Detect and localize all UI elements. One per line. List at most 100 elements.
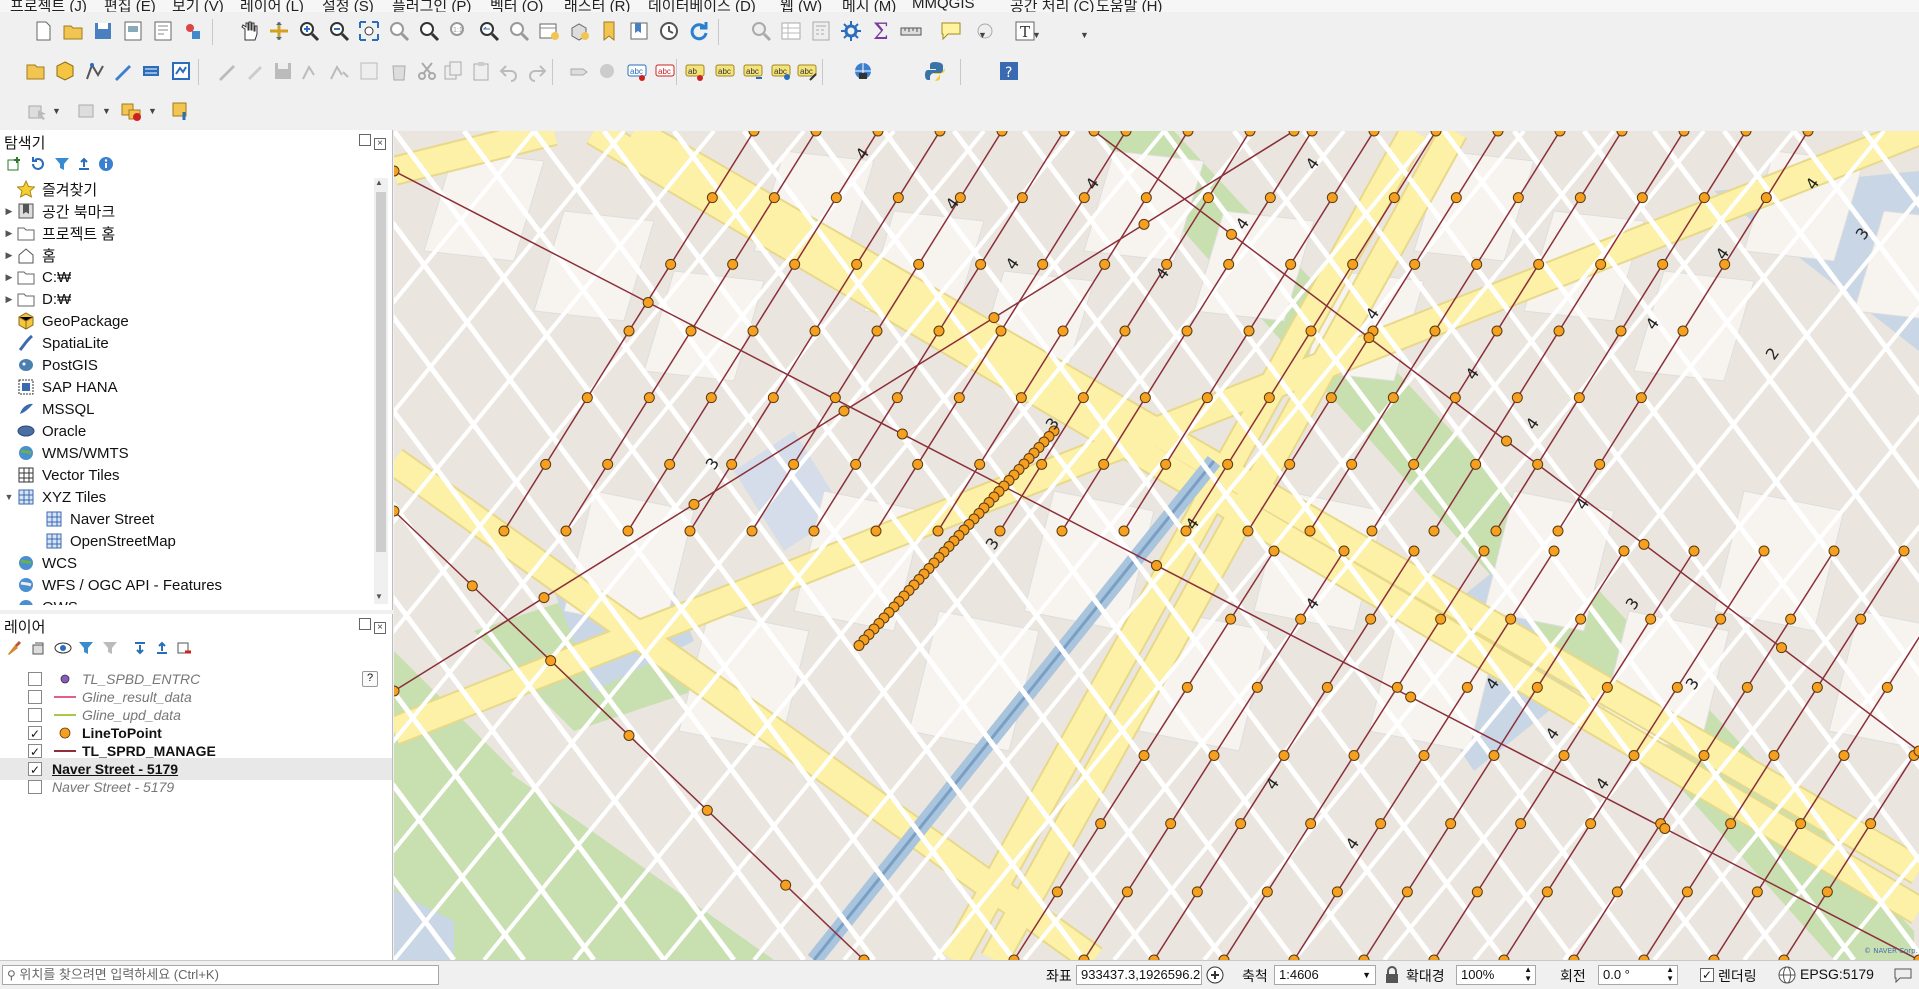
scrollbar-thumb[interactable] [376, 192, 386, 552]
menu-item[interactable]: 도움말 (H) [1096, 0, 1162, 12]
paste-features-icon[interactable] [468, 58, 494, 84]
expand-all-icon[interactable] [132, 640, 148, 659]
menu-item[interactable]: 설정 (S) [322, 0, 374, 12]
browser-item[interactable]: ▼ XYZ Tiles [2, 486, 107, 508]
toggle-editing-icon[interactable] [214, 58, 240, 84]
zoom-native-icon[interactable]: 1:1 [446, 18, 472, 44]
refresh-icon[interactable] [686, 18, 712, 44]
style-manager-icon[interactable] [6, 640, 22, 659]
visibility-icon[interactable] [54, 640, 72, 659]
modify-attributes-icon[interactable] [356, 58, 382, 84]
collapse-all-icon[interactable] [76, 156, 92, 175]
menu-item[interactable]: 메시 (M) [842, 0, 896, 12]
new-print-layout-icon[interactable] [120, 18, 146, 44]
browser-item[interactable]: Naver Street [30, 508, 154, 530]
refresh-icon[interactable] [30, 156, 46, 175]
info-icon[interactable] [98, 156, 114, 175]
zoom-to-layer-icon[interactable] [416, 18, 442, 44]
collapse-all-icon[interactable] [154, 640, 170, 659]
layers-panel-controls[interactable]: × [359, 618, 386, 634]
browser-item[interactable]: WCS [2, 552, 77, 574]
new-temp-scratch-icon[interactable] [168, 58, 194, 84]
layer-visibility-checkbox[interactable] [28, 780, 42, 794]
deselect-icon[interactable] [74, 98, 100, 124]
add-selected-icon[interactable] [6, 156, 22, 175]
identify-features-icon[interactable] [168, 98, 194, 124]
select-by-expression-icon[interactable] [118, 98, 144, 124]
georeferencer-icon[interactable] [850, 58, 876, 84]
browser-item[interactable]: ▶ 공간 북마크 [2, 200, 115, 222]
zoom-full-icon[interactable] [356, 18, 382, 44]
browser-item[interactable]: ▶ D:₩ [2, 288, 72, 310]
measure-icon[interactable] [898, 18, 924, 44]
label-move-icon[interactable]: ab [682, 58, 708, 84]
browser-item[interactable]: PostGIS [2, 354, 98, 376]
chevron-down-icon[interactable]: ▼ [2, 492, 16, 502]
label-toolbar-abc-red-icon[interactable]: abc [652, 58, 678, 84]
menu-item[interactable]: 벡터 (O) [490, 0, 543, 12]
menu-item[interactable]: MMQGIS [912, 0, 975, 12]
browser-item[interactable]: SpatiaLite [2, 332, 109, 354]
menu-item[interactable]: 보기 (V) [172, 0, 224, 12]
select-feature-icon[interactable] [24, 98, 50, 124]
crs-globe-icon[interactable] [1778, 966, 1796, 987]
browser-item[interactable]: 즐겨찾기 [2, 178, 97, 200]
map-render[interactable]: 4444444444444444333333244444© NAVER Corp… [394, 131, 1919, 960]
browser-item[interactable]: WFS / OGC API - Features [2, 574, 222, 596]
filter-icon[interactable] [54, 156, 70, 175]
style-manager-icon[interactable] [180, 18, 206, 44]
spin-arrows-icon[interactable]: ▲ ▼ [1666, 966, 1674, 983]
label-highlight-icon[interactable] [594, 58, 620, 84]
digitize-icon[interactable] [110, 58, 136, 84]
coordinate-field[interactable]: 933437.3,1926596.2 [1076, 965, 1202, 985]
new-3d-map-icon[interactable] [566, 18, 592, 44]
current-edits-icon[interactable] [22, 58, 48, 84]
menu-item[interactable]: 프로젝트 (J) [10, 0, 87, 12]
temporal-controller-icon[interactable] [656, 18, 682, 44]
lock-icon[interactable] [1384, 966, 1400, 987]
label-pin-icon[interactable] [566, 58, 592, 84]
help-icon[interactable]: ? [362, 671, 378, 687]
processing-toolbox-icon[interactable] [838, 18, 864, 44]
browser-panel-controls[interactable]: × [359, 134, 386, 150]
menu-item[interactable]: 데이터베이스 (D) [648, 0, 756, 12]
zoom-next-icon[interactable] [506, 18, 532, 44]
show-bookmarks-icon[interactable] [626, 18, 652, 44]
chevron-down-icon[interactable]: ▼ [102, 106, 111, 116]
open-project-icon[interactable] [60, 18, 86, 44]
browser-item[interactable]: WMS/WMTS [2, 442, 129, 464]
float-icon[interactable] [359, 618, 371, 630]
chevron-down-icon[interactable]: ▼ [52, 106, 61, 116]
add-group-icon[interactable] [30, 640, 46, 659]
label-rotate-icon[interactable]: abc [740, 58, 766, 84]
browser-item[interactable]: Oracle [2, 420, 86, 442]
chevron-right-icon[interactable]: ▶ [2, 294, 16, 305]
browser-item[interactable]: GeoPackage [2, 310, 129, 332]
zoom-in-icon[interactable] [296, 18, 322, 44]
layer-visibility-checkbox[interactable] [28, 708, 42, 722]
help-icon[interactable]: ? [996, 58, 1022, 84]
browser-item[interactable]: SAP HANA [2, 376, 118, 398]
chevron-down-icon[interactable]: ▼ [1362, 966, 1371, 984]
chevron-down-icon[interactable]: ▼ [148, 106, 157, 116]
open-field-calculator-icon[interactable] [808, 18, 834, 44]
layout-manager-icon[interactable] [150, 18, 176, 44]
pan-to-selection-icon[interactable] [266, 18, 292, 44]
chevron-down-icon[interactable]: ▼ [1080, 30, 1089, 40]
open-attribute-table-icon[interactable] [778, 18, 804, 44]
close-icon[interactable]: × [374, 622, 386, 634]
browser-item[interactable]: MSSQL [2, 398, 95, 420]
menu-item[interactable]: 편집 (E) [104, 0, 156, 12]
delete-selected-icon[interactable] [386, 58, 412, 84]
new-bookmark-icon[interactable] [596, 18, 622, 44]
new-shapefile-icon[interactable] [82, 58, 108, 84]
messages-icon[interactable] [1894, 967, 1912, 986]
new-virtual-layer-icon[interactable] [138, 58, 164, 84]
save-edits-icon[interactable] [270, 58, 296, 84]
statistical-summary-icon[interactable]: Σ [868, 18, 894, 44]
crs-button[interactable]: EPSG:5179 [1800, 966, 1874, 982]
label-properties-icon[interactable]: abc [794, 58, 820, 84]
layer-visibility-checkbox[interactable]: ✓ [28, 726, 42, 741]
chevron-right-icon[interactable]: ▶ [2, 250, 16, 261]
copy-features-icon[interactable] [440, 58, 466, 84]
